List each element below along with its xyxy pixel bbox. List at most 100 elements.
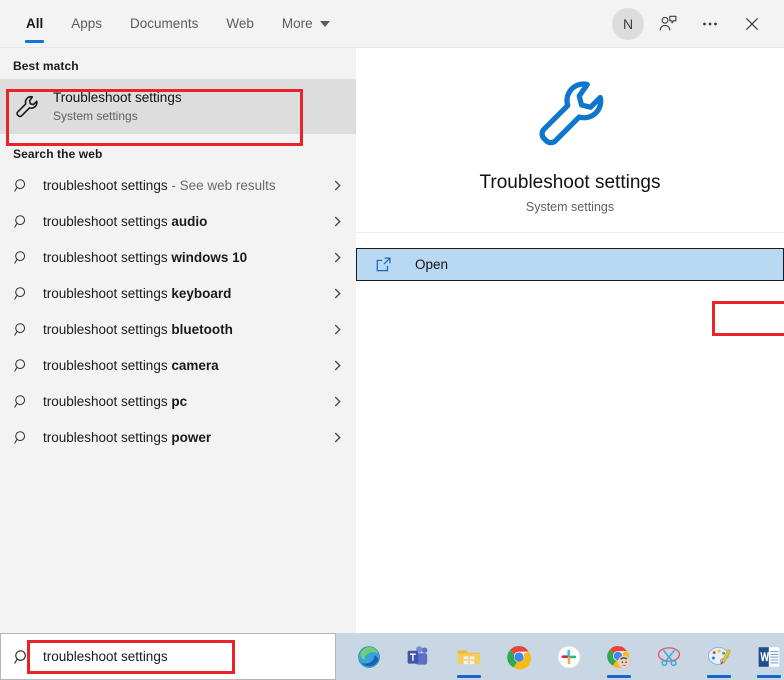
- suggestion-query: troubleshoot settings: [43, 429, 172, 445]
- chevron-right-icon[interactable]: [331, 431, 344, 444]
- suggestion-query: troubleshoot settings: [43, 213, 172, 229]
- tab-apps[interactable]: Apps: [57, 0, 116, 48]
- person-feedback-icon[interactable]: [650, 6, 686, 42]
- suggestion-text: troubleshoot settings camera: [43, 358, 331, 373]
- preview-subtitle: System settings: [525, 199, 615, 214]
- active-indicator: [457, 674, 481, 678]
- taskbar-item-slack[interactable]: [554, 635, 584, 679]
- search-icon: [13, 429, 43, 446]
- tab-all-label: All: [26, 16, 44, 31]
- suggestion-query: troubleshoot settings: [43, 357, 172, 373]
- preview-title: Troubleshoot settings: [479, 171, 661, 193]
- taskbar-item-snipping-tool[interactable]: [654, 635, 684, 679]
- search-icon: [13, 177, 43, 194]
- chevron-right-icon[interactable]: [331, 287, 344, 300]
- tab-documents[interactable]: Documents: [116, 0, 212, 48]
- search-icon: [13, 321, 43, 338]
- suggestion-query: troubleshoot settings: [43, 393, 172, 409]
- suggestion-row[interactable]: troubleshoot settings - See web results: [0, 167, 356, 203]
- search-input-value: troubleshoot settings: [43, 649, 168, 664]
- chevron-right-icon[interactable]: [331, 395, 344, 408]
- suggestion-row[interactable]: troubleshoot settings keyboard: [0, 275, 356, 311]
- search-tab-bar: All Apps Documents Web More N: [0, 0, 784, 48]
- tab-web-label: Web: [226, 16, 254, 31]
- tab-more[interactable]: More: [268, 0, 344, 48]
- open-action-row[interactable]: Open: [356, 248, 784, 281]
- suggestion-row[interactable]: troubleshoot settings bluetooth: [0, 311, 356, 347]
- taskbar-item-chrome-profile[interactable]: [604, 635, 634, 679]
- suggestion-query: troubleshoot settings: [43, 249, 172, 265]
- suggestion-completion: keyboard: [171, 285, 232, 301]
- taskbar-item-file-explorer[interactable]: [454, 635, 484, 679]
- titlebar-actions: N: [612, 0, 784, 48]
- chevron-right-icon[interactable]: [331, 251, 344, 264]
- wrench-icon: [13, 93, 53, 120]
- suggestion-text: troubleshoot settings - See web results: [43, 178, 331, 193]
- ellipsis-icon[interactable]: [692, 6, 728, 42]
- suggestion-completion: power: [171, 429, 212, 445]
- active-indicator: [707, 674, 731, 678]
- open-action-label: Open: [415, 257, 449, 272]
- search-icon: [13, 249, 43, 266]
- suggestion-suffix: - See web results: [167, 177, 276, 193]
- search-icon: [13, 648, 43, 666]
- results-panel: Best match Troubleshoot settings System …: [0, 48, 356, 633]
- avatar[interactable]: N: [612, 7, 644, 40]
- suggestion-query: troubleshoot settings: [43, 321, 172, 337]
- active-indicator: [757, 674, 781, 678]
- active-indicator: [607, 674, 631, 678]
- chevron-right-icon[interactable]: [331, 323, 344, 336]
- preview-panel: Troubleshoot settings System settings Op…: [356, 48, 784, 633]
- suggestion-row[interactable]: troubleshoot settings audio: [0, 203, 356, 239]
- suggestion-row[interactable]: troubleshoot settings camera: [0, 347, 356, 383]
- suggestion-text: troubleshoot settings windows 10: [43, 250, 331, 265]
- tab-apps-label: Apps: [71, 16, 103, 31]
- annotation-box-open: [712, 301, 784, 336]
- tab-all[interactable]: All: [12, 0, 57, 48]
- best-match-text: Troubleshoot settings System settings: [53, 89, 182, 124]
- suggestion-row[interactable]: troubleshoot settings power: [0, 419, 356, 455]
- suggestion-text: troubleshoot settings keyboard: [43, 286, 331, 301]
- taskbar-item-teams[interactable]: [404, 635, 434, 679]
- avatar-initial: N: [622, 15, 634, 32]
- tab-more-label: More: [281, 16, 313, 31]
- tab-list: All Apps Documents Web More: [0, 0, 344, 48]
- search-icon: [13, 213, 43, 230]
- suggestion-completion: camera: [171, 357, 219, 373]
- suggestion-text: troubleshoot settings pc: [43, 394, 331, 409]
- best-match-heading: Best match: [13, 59, 79, 73]
- taskbar-items: [336, 633, 784, 680]
- taskbar-item-chrome[interactable]: [504, 635, 534, 679]
- taskbar-item-paint[interactable]: [704, 635, 734, 679]
- chevron-right-icon[interactable]: [331, 359, 344, 372]
- suggestion-completion: pc: [171, 393, 188, 409]
- chevron-right-icon[interactable]: [331, 215, 344, 228]
- search-the-web-heading: Search the web: [13, 147, 103, 161]
- taskbar: troubleshoot settings: [0, 633, 784, 680]
- search-input[interactable]: troubleshoot settings: [0, 633, 336, 680]
- suggestion-query: troubleshoot settings: [43, 285, 172, 301]
- web-suggestion-list: troubleshoot settings - See web results t…: [0, 167, 356, 455]
- suggestion-completion: windows 10: [171, 249, 248, 265]
- suggestion-query: troubleshoot settings: [43, 177, 168, 193]
- chevron-right-icon[interactable]: [331, 179, 344, 192]
- wrench-icon: [530, 73, 610, 158]
- search-icon: [13, 393, 43, 410]
- search-icon: [13, 357, 43, 374]
- suggestion-text: troubleshoot settings power: [43, 430, 331, 445]
- suggestion-row[interactable]: troubleshoot settings pc: [0, 383, 356, 419]
- preview-card: Troubleshoot settings System settings: [356, 48, 784, 233]
- taskbar-item-edge[interactable]: [354, 635, 384, 679]
- open-external-icon: [375, 256, 415, 273]
- suggestion-row[interactable]: troubleshoot settings windows 10: [0, 239, 356, 275]
- tab-web[interactable]: Web: [212, 0, 268, 48]
- chevron-down-icon: [319, 20, 330, 27]
- close-icon[interactable]: [734, 6, 770, 42]
- best-match-result[interactable]: Troubleshoot settings System settings: [0, 79, 356, 134]
- search-icon: [13, 285, 43, 302]
- tab-documents-label: Documents: [130, 16, 199, 31]
- suggestion-text: troubleshoot settings audio: [43, 214, 331, 229]
- windows-search-overlay: All Apps Documents Web More N Best match…: [0, 0, 784, 680]
- best-match-title: Troubleshoot settings: [53, 90, 182, 105]
- taskbar-item-word[interactable]: [754, 635, 784, 679]
